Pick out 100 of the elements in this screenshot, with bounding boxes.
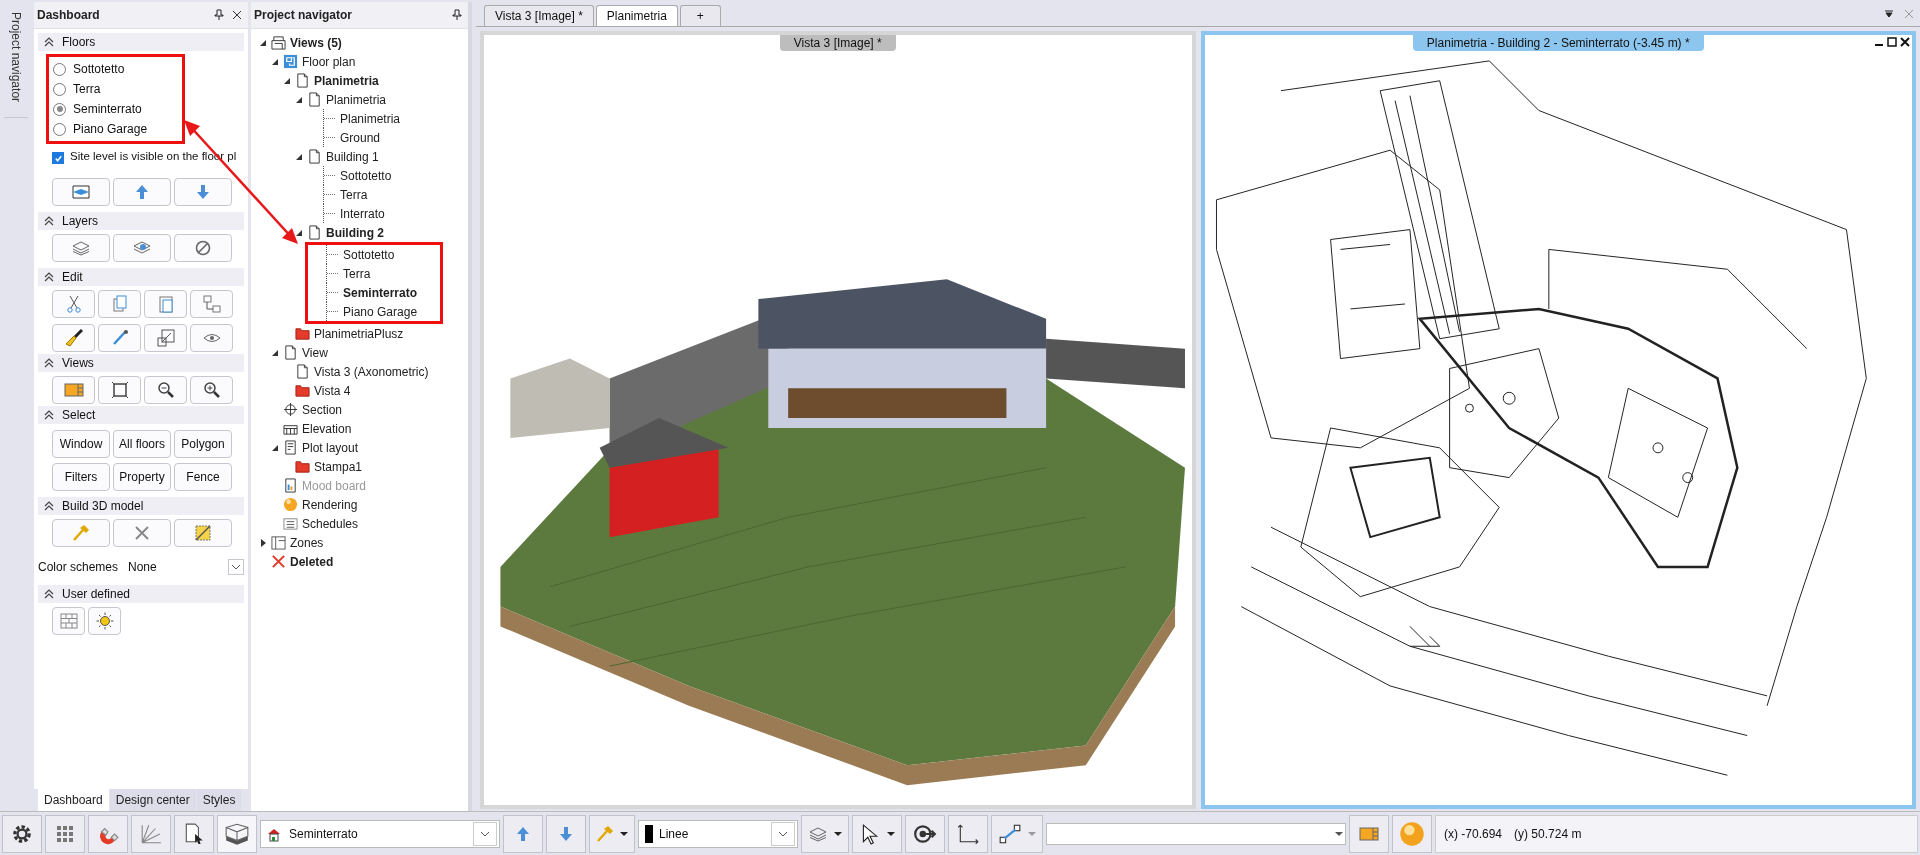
tool-button[interactable]: [144, 376, 187, 404]
pointer-button[interactable]: [852, 814, 902, 853]
tree-item[interactable]: Piano Garage: [343, 304, 418, 319]
tree-item[interactable]: Sottotetto: [340, 168, 392, 183]
select-mode-button[interactable]: All floors: [113, 430, 171, 458]
layers-icon: [71, 240, 91, 256]
line-type-dropdown[interactable]: Linee: [638, 819, 798, 848]
eye-icon: [202, 331, 221, 345]
orbit-button[interactable]: [905, 814, 945, 853]
tool-button[interactable]: [190, 376, 233, 404]
tree-item[interactable]: Seminterrato: [343, 285, 418, 300]
floor-label[interactable]: Sottotetto: [73, 62, 125, 76]
floor-label[interactable]: Terra: [73, 82, 101, 96]
3d-box-button[interactable]: [217, 814, 257, 853]
radio-button[interactable]: [53, 122, 66, 136]
tool-button[interactable]: [88, 607, 121, 635]
document-icon: [307, 149, 322, 164]
radio-button[interactable]: [53, 82, 66, 96]
tree-item[interactable]: PlanimetriaPlusz: [314, 326, 404, 341]
panel-tab[interactable]: Dashboard: [38, 789, 109, 811]
expanded-triangle-icon[interactable]: [271, 348, 279, 357]
sphere-icon: [283, 497, 298, 512]
tree-item[interactable]: Planimetria: [314, 73, 379, 88]
floor-dropdown[interactable]: Seminterrato: [260, 819, 500, 848]
tree-item[interactable]: Rendering: [302, 497, 358, 512]
expanded-triangle-icon[interactable]: [271, 443, 279, 452]
tree-item[interactable]: Interrato: [340, 206, 385, 221]
expanded-triangle-icon[interactable]: [271, 57, 279, 66]
select-mode-button[interactable]: Property: [113, 463, 171, 491]
viewport[interactable]: Vista 3 [Image] *: [480, 31, 1196, 809]
tree-item[interactable]: Sottotetto: [343, 247, 395, 262]
tree-item[interactable]: Vista 4: [314, 383, 351, 398]
viewport[interactable]: Planimetria - Building 2 - Seminterrato (-3.45 m) *: [1200, 31, 1916, 809]
select-page-button[interactable]: [174, 814, 214, 853]
tree-item[interactable]: Ground: [340, 130, 381, 145]
grid-button[interactable]: [45, 814, 85, 853]
expanded-triangle-icon[interactable]: [295, 228, 303, 237]
floor-up-button[interactable]: [503, 814, 543, 853]
tree-item[interactable]: Views (5): [290, 35, 342, 50]
tree-item[interactable]: Deleted: [290, 554, 334, 569]
floor-label[interactable]: Piano Garage: [73, 122, 148, 136]
close-icon[interactable]: [232, 10, 242, 20]
select-mode-button[interactable]: Window: [52, 430, 110, 458]
select-mode-button[interactable]: Polygon: [174, 430, 232, 458]
document-tab[interactable]: Planimetria: [595, 5, 678, 26]
tool-button[interactable]: [98, 376, 141, 404]
panel-tab[interactable]: Design center: [109, 789, 196, 811]
tree-item[interactable]: Terra: [340, 187, 368, 202]
pin-icon[interactable]: [214, 9, 224, 21]
tool-button[interactable]: [52, 324, 95, 352]
expanded-triangle-icon[interactable]: [259, 38, 267, 47]
settings-button[interactable]: [2, 814, 42, 853]
section-header[interactable]: Views: [38, 354, 244, 372]
tree-item[interactable]: Schedules: [302, 516, 359, 531]
dropdown-button[interactable]: [228, 559, 244, 575]
tree-item[interactable]: Zones: [290, 535, 324, 550]
tree-item[interactable]: Planimetria: [340, 111, 401, 126]
tree-item[interactable]: Building 1: [326, 149, 379, 164]
tree-item[interactable]: Terra: [343, 266, 371, 281]
page-cursor-icon: [183, 822, 205, 845]
tree-item[interactable]: Planimetria: [326, 92, 387, 107]
collapsed-triangle-icon[interactable]: [259, 538, 267, 547]
tree-item[interactable]: View: [302, 345, 328, 360]
collapse-icon: [44, 216, 54, 226]
polyline-button[interactable]: [991, 814, 1043, 853]
expanded-triangle-icon[interactable]: [295, 95, 303, 104]
radio-button[interactable]: [53, 102, 66, 116]
floor-down-button[interactable]: [546, 814, 586, 853]
tree-item[interactable]: Floor plan: [302, 54, 356, 69]
floor-label[interactable]: Seminterrato: [73, 102, 142, 116]
section-header[interactable]: User defined: [38, 585, 244, 603]
section-header[interactable]: Edit: [38, 268, 244, 286]
render-window-button[interactable]: [1349, 814, 1389, 853]
expanded-triangle-icon[interactable]: [283, 76, 291, 85]
maximize-icon[interactable]: [1887, 37, 1897, 47]
select-mode-button[interactable]: Filters: [52, 463, 110, 491]
radio-button[interactable]: [53, 62, 66, 76]
section-header[interactable]: Build 3D model: [38, 497, 244, 515]
expanded-triangle-icon[interactable]: [295, 152, 303, 161]
tool-button[interactable]: [174, 234, 232, 262]
axes-button[interactable]: [948, 814, 988, 853]
checkbox[interactable]: [52, 152, 64, 164]
tree-item[interactable]: Building 2: [326, 225, 384, 240]
close-icon[interactable]: [1900, 37, 1910, 47]
tab-list-icon[interactable]: [1884, 9, 1894, 19]
document-tab[interactable]: Vista 3 [Image] *: [484, 5, 594, 26]
tree-item[interactable]: Vista 3 (Axonometric): [314, 364, 429, 379]
magnet-button[interactable]: [88, 814, 128, 853]
pin-icon[interactable]: [452, 9, 462, 21]
section-header[interactable]: Floors: [38, 33, 244, 51]
tree-item[interactable]: Stampa1: [314, 459, 363, 474]
panel-tab[interactable]: Styles: [196, 789, 242, 811]
side-tab[interactable]: Project navigator: [4, 12, 28, 118]
new-tab-button[interactable]: +: [679, 5, 721, 26]
tree-item[interactable]: Plot layout: [302, 440, 359, 455]
tree-item[interactable]: Elevation: [302, 421, 352, 436]
tree-item[interactable]: Section: [302, 402, 343, 417]
select-mode-button[interactable]: Fence: [174, 463, 232, 491]
section-header[interactable]: Layers: [38, 212, 244, 230]
section-header[interactable]: Select: [38, 406, 244, 424]
